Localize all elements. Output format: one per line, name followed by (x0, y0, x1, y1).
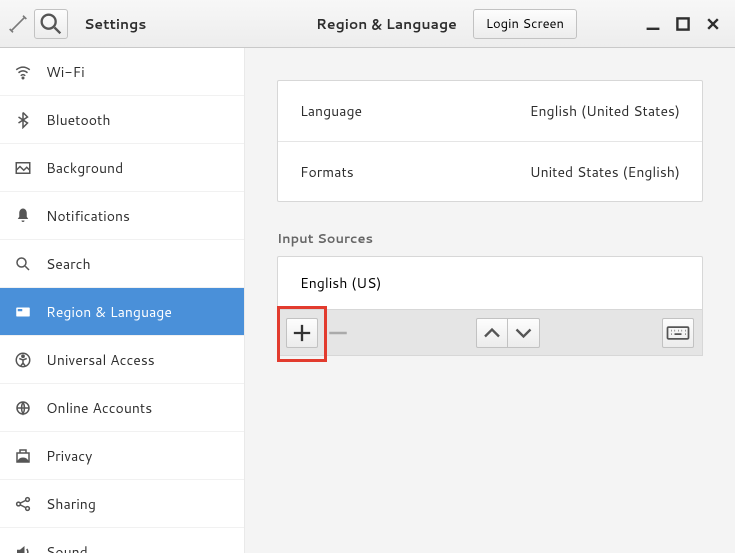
bluetooth-icon (14, 111, 32, 129)
sidebar-item-privacy[interactable]: Privacy (0, 432, 244, 480)
sidebar-item-label: Region & Language (46, 302, 172, 322)
sharing-icon (14, 495, 32, 513)
sidebar-item-label: Privacy (46, 446, 92, 466)
background-icon (14, 159, 32, 177)
sidebar-item-sound[interactable]: Sound (0, 528, 244, 553)
close-button[interactable] (705, 16, 721, 32)
sidebar-item-universal-access[interactable]: Universal Access (0, 336, 244, 384)
sidebar[interactable]: Wi-Fi Bluetooth Background Notifications… (0, 48, 245, 553)
sidebar-item-label: Notifications (46, 206, 130, 226)
maximize-button[interactable] (675, 16, 691, 32)
window-controls (645, 16, 735, 32)
accessibility-icon (14, 351, 32, 369)
search-button[interactable] (34, 9, 68, 39)
sidebar-item-label: Online Accounts (46, 398, 152, 418)
sidebar-item-label: Sharing (46, 494, 96, 514)
sidebar-item-label: Bluetooth (46, 110, 110, 130)
language-settings-list: Language English (United States) Formats… (277, 80, 703, 202)
panel-title: Region & Language (316, 14, 457, 34)
sidebar-item-label: Search (46, 254, 91, 274)
sidebar-item-bluetooth[interactable]: Bluetooth (0, 96, 244, 144)
sidebar-item-sharing[interactable]: Sharing (0, 480, 244, 528)
move-up-button[interactable] (476, 318, 508, 348)
sound-icon (14, 543, 32, 553)
language-label: Language (300, 101, 362, 121)
minimize-button[interactable] (645, 16, 661, 32)
online-accounts-icon (14, 399, 32, 417)
notifications-icon (14, 207, 32, 225)
privacy-icon (14, 447, 32, 465)
wifi-icon (14, 63, 32, 81)
titlebar-left: Settings (0, 9, 248, 39)
content-panel: Language English (United States) Formats… (245, 48, 735, 553)
sidebar-item-notifications[interactable]: Notifications (0, 192, 244, 240)
input-source-label: English (US) (300, 273, 381, 293)
language-row[interactable]: Language English (United States) (278, 81, 702, 141)
sidebar-item-label: Wi-Fi (46, 62, 85, 82)
add-input-source-button[interactable] (286, 318, 318, 348)
sidebar-item-region-language[interactable]: Region & Language (0, 288, 244, 336)
sidebar-item-search[interactable]: Search (0, 240, 244, 288)
input-sources-title: Input Sources (277, 230, 703, 248)
region-icon (14, 303, 32, 321)
input-sources-list: English (US) (277, 256, 703, 310)
formats-label: Formats (300, 162, 354, 182)
language-value: English (United States) (530, 101, 680, 121)
remove-input-source-button[interactable] (322, 318, 354, 348)
sidebar-item-label: Universal Access (46, 350, 155, 370)
titlebar: Settings Region & Language Login Screen (0, 0, 735, 48)
formats-row[interactable]: Formats United States (English) (278, 141, 702, 201)
keyboard-layout-button[interactable] (662, 318, 694, 348)
move-down-button[interactable] (508, 318, 540, 348)
input-source-item[interactable]: English (US) (278, 257, 702, 309)
settings-app-icon (8, 14, 28, 34)
formats-value: United States (English) (530, 162, 680, 182)
titlebar-center: Region & Language Login Screen (248, 9, 645, 39)
sidebar-item-label: Background (46, 158, 123, 178)
input-sources-toolbar (277, 310, 703, 356)
sidebar-item-wifi[interactable]: Wi-Fi (0, 48, 244, 96)
sidebar-item-online-accounts[interactable]: Online Accounts (0, 384, 244, 432)
app-title: Settings (84, 14, 146, 34)
login-screen-button[interactable]: Login Screen (473, 9, 577, 39)
search-icon (14, 255, 32, 273)
sidebar-item-label: Sound (46, 542, 88, 553)
sidebar-item-background[interactable]: Background (0, 144, 244, 192)
